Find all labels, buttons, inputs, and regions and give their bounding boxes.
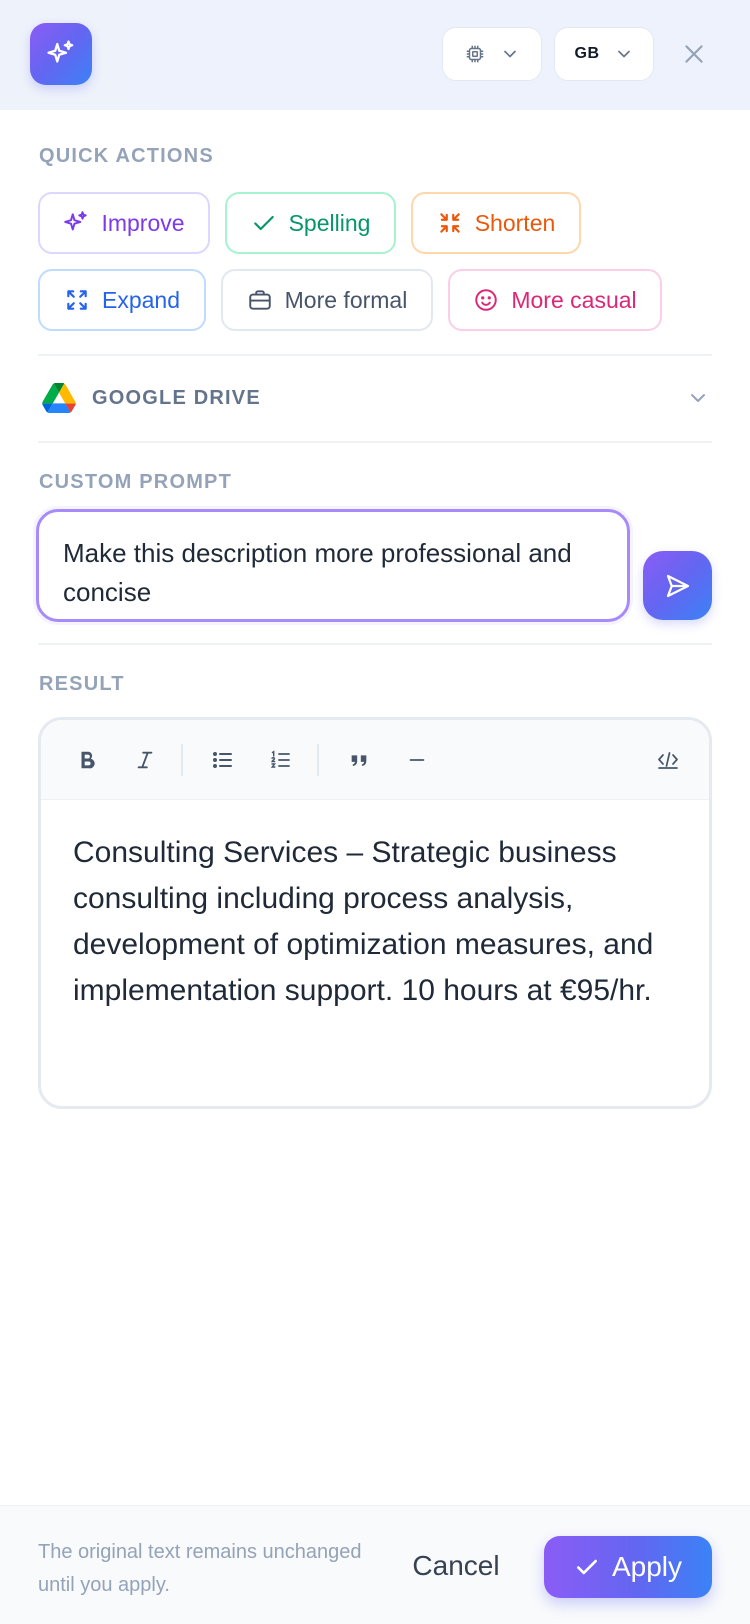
more-formal-label: More formal <box>284 286 408 313</box>
apply-label: Apply <box>611 1551 683 1582</box>
editor-toolbar <box>41 720 709 800</box>
improve-label: Improve <box>101 209 185 236</box>
ai-assistant-logo <box>30 23 92 85</box>
improve-button[interactable]: Improve <box>38 192 210 254</box>
close-button[interactable] <box>676 36 712 72</box>
panel-footer: The original text remains unchanged unti… <box>0 1505 750 1624</box>
language-selector[interactable]: GB <box>554 27 654 81</box>
cpu-chip-icon <box>466 45 484 63</box>
toolbar-separator <box>181 744 183 776</box>
cancel-button[interactable]: Cancel <box>400 1536 512 1596</box>
close-icon <box>685 45 703 63</box>
italic-icon <box>137 751 153 769</box>
code-view-button[interactable] <box>648 740 688 780</box>
apply-button[interactable]: Apply <box>544 1536 712 1598</box>
shorten-label: Shorten <box>474 209 556 236</box>
horizontal-rule-icon <box>409 759 425 761</box>
bold-icon <box>81 751 95 769</box>
chevron-down-icon <box>617 50 630 58</box>
spelling-button[interactable]: Spelling <box>225 192 396 254</box>
chevron-down-icon <box>504 50 516 58</box>
italic-button[interactable] <box>125 740 165 780</box>
bold-button[interactable] <box>67 740 107 780</box>
bullet-list-button[interactable] <box>203 740 243 780</box>
blockquote-button[interactable] <box>339 740 379 780</box>
expand-button[interactable]: Expand <box>38 269 206 331</box>
model-selector[interactable] <box>442 27 542 81</box>
divider <box>38 354 712 356</box>
divider <box>38 441 712 443</box>
sparkles-icon <box>64 211 88 231</box>
toolbar-separator <box>317 744 319 776</box>
footer-note: The original text remains unchanged unti… <box>38 1541 362 1596</box>
sparkles-icon <box>47 40 74 63</box>
google-drive-icon <box>42 383 76 413</box>
send-prompt-button[interactable] <box>643 551 712 620</box>
numbered-list-icon <box>270 750 290 768</box>
bullet-list-icon <box>213 752 232 768</box>
send-icon <box>666 574 689 597</box>
google-drive-label: GOOGLE DRIVE <box>92 386 261 409</box>
chevron-down-icon <box>691 394 705 402</box>
horizontal-rule-button[interactable] <box>397 740 437 780</box>
result-label: RESULT <box>39 673 125 695</box>
arrows-pointing-out-icon <box>67 290 87 310</box>
custom-prompt-label: CUSTOM PROMPT <box>39 471 233 493</box>
check-icon <box>253 215 274 231</box>
language-code: GB <box>574 45 600 62</box>
smiley-face-icon <box>475 289 498 311</box>
quick-actions-label: QUICK ACTIONS <box>39 145 214 167</box>
check-icon <box>577 1559 597 1575</box>
spelling-label: Spelling <box>288 209 371 236</box>
more-casual-button[interactable]: More casual <box>448 269 662 331</box>
google-drive-toggle[interactable]: GOOGLE DRIVE <box>38 370 712 426</box>
panel-header: GB <box>0 0 750 110</box>
quote-icon <box>351 755 367 766</box>
more-formal-button[interactable]: More formal <box>221 269 433 331</box>
divider <box>38 643 712 645</box>
expand-label: Expand <box>101 286 180 313</box>
custom-prompt-input[interactable]: Make this description more professional … <box>36 509 630 622</box>
code-view-icon <box>658 752 678 769</box>
numbered-list-button[interactable] <box>261 740 301 780</box>
more-casual-label: More casual <box>511 286 637 313</box>
result-text[interactable]: Consulting Services – Strategic business… <box>73 830 683 1014</box>
briefcase-icon <box>248 290 271 310</box>
result-editor: Consulting Services – Strategic business… <box>38 717 712 1109</box>
shorten-button[interactable]: Shorten <box>411 192 581 254</box>
arrows-pointing-in-icon <box>439 213 460 233</box>
